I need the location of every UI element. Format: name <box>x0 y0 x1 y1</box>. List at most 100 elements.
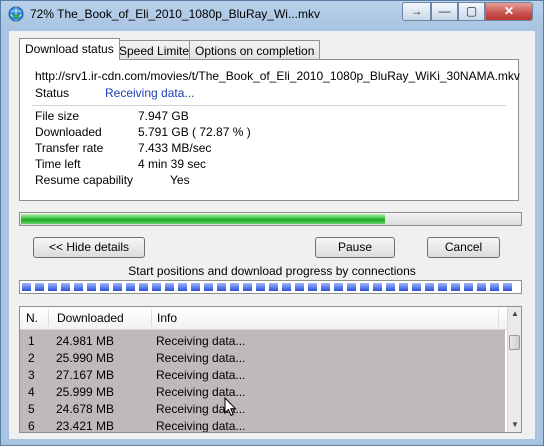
table-row[interactable]: 4 25.999 MB Receiving data... <box>20 384 505 401</box>
transfer-rate-label: Transfer rate <box>35 141 104 155</box>
cell-downloaded: 24.981 MB <box>56 334 115 348</box>
column-header-info[interactable]: Info <box>157 311 177 325</box>
cell-downloaded: 25.999 MB <box>56 385 115 399</box>
cell-downloaded: 23.421 MB <box>56 419 115 433</box>
tab-options-on-completion[interactable]: Options on completion <box>189 40 321 59</box>
connection-segment <box>295 283 304 291</box>
tab-speed-limiter[interactable]: Speed Limiter <box>113 40 200 59</box>
connection-segment <box>360 283 369 291</box>
time-left-label: Time left <box>35 157 81 171</box>
connection-segment <box>373 283 382 291</box>
connection-segment <box>503 283 512 291</box>
connection-segment <box>100 283 109 291</box>
time-left-value: 4 min 39 sec <box>138 157 207 171</box>
table-row[interactable]: 1 24.981 MB Receiving data... <box>20 333 505 350</box>
table-row[interactable]: 3 27.167 MB Receiving data... <box>20 367 505 384</box>
connection-segment <box>230 283 239 291</box>
connection-segment <box>269 283 278 291</box>
close-button[interactable]: ✕ <box>485 2 533 21</box>
connection-segment <box>139 283 148 291</box>
column-divider[interactable] <box>48 309 49 327</box>
cell-info: Receiving data... <box>156 334 246 348</box>
arrow-icon[interactable]: → <box>402 2 431 21</box>
pause-button[interactable]: Pause <box>315 237 395 258</box>
column-divider[interactable] <box>498 309 499 327</box>
hide-details-button[interactable]: << Hide details <box>33 237 145 258</box>
connection-segment <box>204 283 213 291</box>
connection-segment <box>477 283 486 291</box>
window-client-area: Download status Speed Limiter Options on… <box>9 31 535 439</box>
cell-info: Receiving data... <box>156 368 246 382</box>
connection-segment <box>321 283 330 291</box>
connections-caption: Start positions and download progress by… <box>128 264 416 278</box>
column-header-n[interactable]: N. <box>26 311 38 325</box>
connection-segment <box>412 283 421 291</box>
download-window: 72% The_Book_of_Eli_2010_1080p_BluRay_Wi… <box>0 0 544 446</box>
cell-info: Receiving data... <box>156 351 246 365</box>
connection-segment <box>126 283 135 291</box>
connection-segment <box>61 283 70 291</box>
downloaded-value: 5.791 GB ( 72.87 % ) <box>138 125 251 139</box>
connection-segment <box>399 283 408 291</box>
connection-segment <box>425 283 434 291</box>
table-row[interactable]: 5 24.678 MB Receiving data... <box>20 401 505 418</box>
connection-segment <box>35 283 44 291</box>
title-bar[interactable]: 72% The_Book_of_Eli_2010_1080p_BluRay_Wi… <box>1 1 543 27</box>
maximize-button[interactable]: ▢ <box>458 2 485 21</box>
scroll-up-icon[interactable]: ▲ <box>508 307 521 321</box>
scroll-thumb[interactable] <box>509 335 520 350</box>
table-row[interactable]: 2 25.990 MB Receiving data... <box>20 350 505 367</box>
cell-n: 5 <box>28 402 35 416</box>
download-progress-bar <box>19 212 522 226</box>
cell-n: 1 <box>28 334 35 348</box>
connections-list[interactable]: N. Downloaded Info 1 24.981 MB Receiving d… <box>19 306 522 433</box>
column-divider[interactable] <box>151 309 152 327</box>
globe-download-icon <box>8 6 24 22</box>
table-row[interactable]: 6 23.421 MB Receiving data... <box>20 418 505 433</box>
file-size-label: File size <box>35 109 80 123</box>
cell-n: 6 <box>28 419 35 433</box>
cell-info: Receiving data... <box>156 419 246 433</box>
cell-n: 2 <box>28 351 35 365</box>
connection-segment <box>217 283 226 291</box>
cell-downloaded: 24.678 MB <box>56 402 115 416</box>
column-header-downloaded[interactable]: Downloaded <box>57 311 124 325</box>
connection-segment <box>308 283 317 291</box>
connection-segment <box>282 283 291 291</box>
downloaded-label: Downloaded <box>35 125 102 139</box>
connection-segment <box>191 283 200 291</box>
list-body: 1 24.981 MB Receiving data... 2 25.990 MB Rec… <box>20 330 505 433</box>
connection-segment <box>74 283 83 291</box>
cancel-button[interactable]: Cancel <box>427 237 500 258</box>
connection-segment <box>165 283 174 291</box>
scroll-down-icon[interactable]: ▼ <box>508 418 521 432</box>
transfer-rate-value: 7.433 MB/sec <box>138 141 212 155</box>
connection-segment <box>113 283 122 291</box>
connections-progress-bar <box>19 280 522 294</box>
file-size-value: 7.947 GB <box>138 109 189 123</box>
resume-capability-label: Resume capability <box>35 173 134 187</box>
tab-download-status[interactable]: Download status <box>19 38 120 60</box>
connection-segment <box>22 283 31 291</box>
vertical-scrollbar[interactable]: ▲ ▼ <box>507 307 521 432</box>
connection-segment <box>243 283 252 291</box>
connection-segment <box>490 283 499 291</box>
resume-capability-value: Yes <box>170 173 190 187</box>
status-value: Receiving data... <box>105 86 195 100</box>
cell-downloaded: 25.990 MB <box>56 351 115 365</box>
mouse-cursor-icon <box>224 397 237 417</box>
connection-segment <box>178 283 187 291</box>
status-label: Status <box>35 86 70 100</box>
minimize-button[interactable]: — <box>431 2 458 21</box>
window-title: 72% The_Book_of_Eli_2010_1080p_BluRay_Wi… <box>30 7 320 21</box>
connection-segment <box>464 283 473 291</box>
download-status-panel: http://srv1.ir-cdn.com/movies/t/The_Book… <box>19 59 520 201</box>
connection-segment <box>256 283 265 291</box>
cell-n: 4 <box>28 385 35 399</box>
cell-n: 3 <box>28 368 35 382</box>
connection-segment <box>334 283 343 291</box>
connection-segment <box>48 283 57 291</box>
cell-downloaded: 27.167 MB <box>56 368 115 382</box>
download-url: http://srv1.ir-cdn.com/movies/t/The_Book… <box>35 69 520 83</box>
divider <box>32 105 506 106</box>
